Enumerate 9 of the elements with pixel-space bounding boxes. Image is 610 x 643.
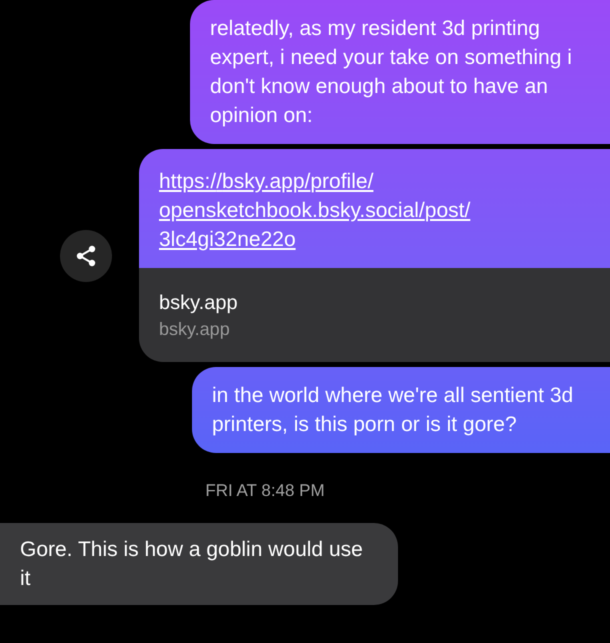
preview-domain: bsky.app — [159, 319, 231, 340]
message-bubble: in the world where we're all sentient 3d printers, is this porn or is it gore? — [192, 367, 610, 453]
share-button[interactable] — [60, 230, 112, 282]
preview-title: bsky.app — [159, 292, 239, 315]
timestamp: FRI AT 8:48 PM — [205, 481, 325, 500]
message-bubble: Gore. This is how a goblin would use it — [0, 523, 398, 605]
link-preview[interactable]: bsky.app bsky.app — [139, 268, 610, 362]
message-bubble: relatedly, as my resident 3d printing expert, i need your take on something i don't know enough about to have an opinion on: — [190, 0, 610, 144]
share-icon — [74, 244, 98, 268]
